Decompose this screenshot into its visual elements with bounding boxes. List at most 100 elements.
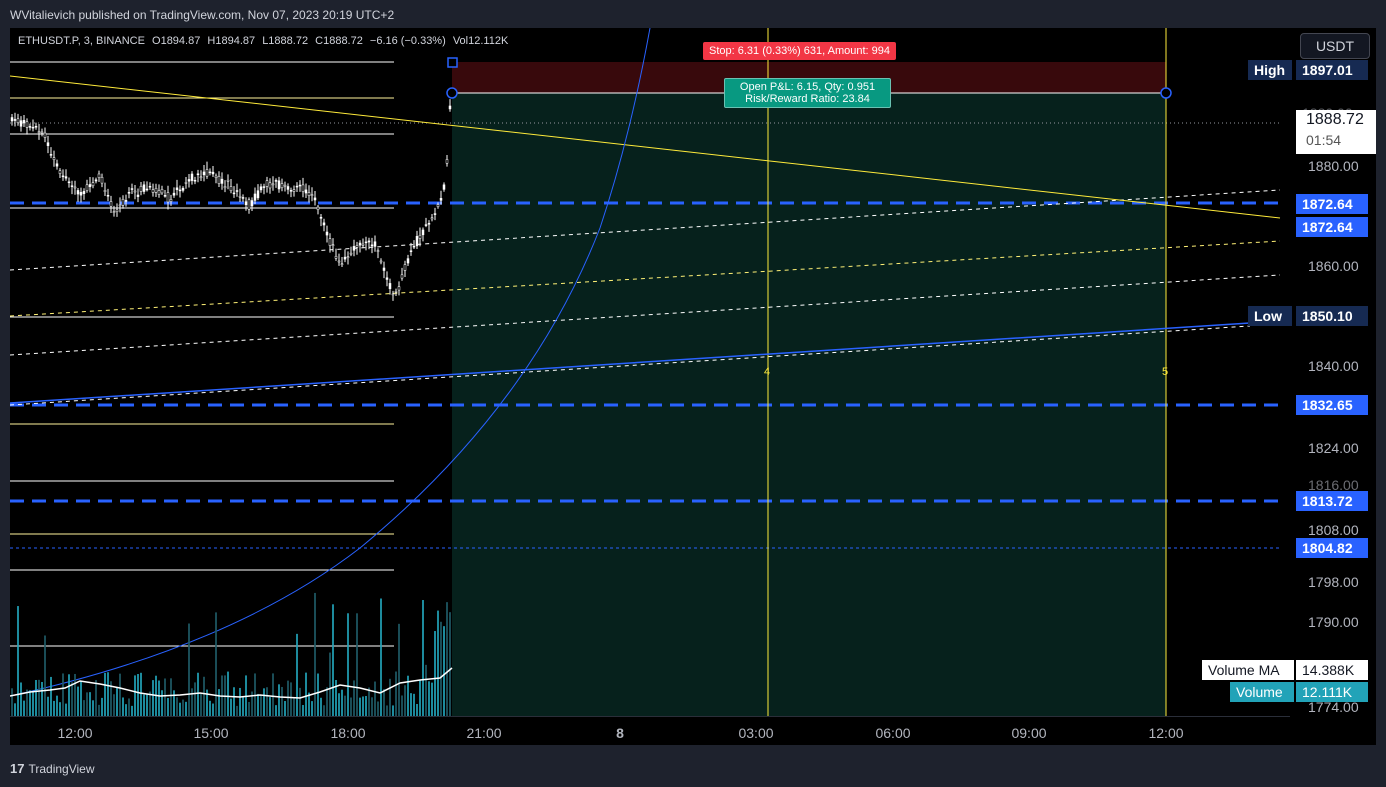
volume-bar <box>236 705 238 716</box>
candle-body <box>190 173 194 181</box>
volume-bar <box>257 693 259 716</box>
volume-bar <box>176 697 178 716</box>
volume-bar <box>194 682 196 716</box>
volume-bar <box>230 698 232 716</box>
volume-bar <box>11 688 13 716</box>
candle-body <box>25 121 29 128</box>
candle-body <box>361 243 365 246</box>
candle-body <box>346 256 350 258</box>
candle-body <box>343 256 347 260</box>
candle-body <box>415 236 419 247</box>
candle-body <box>127 192 131 194</box>
volume-bar <box>161 690 163 716</box>
chart-pane[interactable]: 4 5 ETHUSDT.P, 3, BINANCE O1894.87 H1894… <box>10 28 1376 745</box>
volume-ma-line <box>10 667 453 699</box>
volume-bar <box>389 678 391 716</box>
volume-bar <box>410 693 412 716</box>
chart-canvas[interactable]: 4 5 <box>10 28 1376 745</box>
candle-body <box>265 180 269 187</box>
volume-bar <box>446 602 448 716</box>
candle-body <box>187 179 191 182</box>
volume-bar <box>284 701 286 716</box>
volume-bar <box>302 705 304 716</box>
entry-handle[interactable] <box>446 87 458 99</box>
volume-bar <box>59 702 61 716</box>
volume-bar <box>299 687 301 716</box>
volume-bar <box>197 672 199 716</box>
candle-body <box>103 190 107 192</box>
volume-bar <box>137 674 139 716</box>
volume-bar <box>62 673 64 716</box>
candle-body <box>244 201 248 205</box>
volume-bar <box>128 698 130 716</box>
candle-body <box>97 173 101 178</box>
candle-body <box>400 274 404 279</box>
volume-bar <box>170 678 172 716</box>
volume-bar <box>41 681 43 716</box>
stop-label[interactable]: Stop: 6.31 (0.33%) 631, Amount: 994 <box>703 42 897 60</box>
candle-body <box>22 120 26 124</box>
volume-bar <box>203 676 205 716</box>
volume-bar <box>425 664 427 716</box>
symbol-ticker[interactable]: ETHUSDT.P, 3, BINANCE <box>18 35 145 47</box>
ohlc-open: O1894.87 <box>152 35 201 47</box>
pnl-label[interactable]: Open P&L: 6.15, Qty: 0.951 Risk/Reward R… <box>724 78 891 108</box>
tradingview-footer[interactable]: 17 TradingView <box>10 761 95 776</box>
level-tag-2: 1872.64 <box>1296 217 1368 237</box>
candle-body <box>10 117 14 122</box>
level-tag-4: 1813.72 <box>1296 491 1368 511</box>
candle-body <box>298 184 302 187</box>
volume-bar <box>329 652 331 716</box>
horizontal-rays[interactable] <box>10 61 394 647</box>
candle-body <box>418 234 422 239</box>
candle-body <box>358 242 362 246</box>
volume-bar <box>344 695 346 716</box>
volume-bar <box>326 687 328 716</box>
candle-body <box>394 291 398 293</box>
volume-bar <box>311 701 313 716</box>
volume-bar <box>65 703 67 716</box>
volume-bar <box>353 680 355 716</box>
candle-body <box>37 131 41 133</box>
volume-bar <box>23 700 25 716</box>
candle-body <box>427 223 431 225</box>
volume-bar <box>116 687 118 716</box>
candle-body <box>385 277 389 280</box>
candle-body <box>238 195 242 198</box>
price-candles[interactable] <box>10 99 452 301</box>
volume-bar <box>293 698 295 716</box>
candle-body <box>229 186 233 191</box>
target-handle[interactable] <box>1160 87 1172 99</box>
volume-bar <box>50 676 52 716</box>
candle-body <box>373 241 377 247</box>
candle-body <box>184 182 188 184</box>
time-tick-6: 03:00 <box>738 725 774 741</box>
candle-body <box>124 200 128 202</box>
volume-bar <box>95 680 97 716</box>
candle-body <box>43 132 47 138</box>
volume-bar <box>152 680 154 716</box>
volume-bar <box>227 671 229 716</box>
volume-bar <box>419 679 421 716</box>
candle-body <box>436 204 440 207</box>
candle-body <box>280 183 284 188</box>
volume-bar <box>290 682 292 716</box>
candle-body <box>55 163 59 167</box>
candle-body <box>28 126 32 128</box>
volume-bar <box>215 612 217 716</box>
volume-bar <box>266 687 268 716</box>
candle-body <box>130 188 134 190</box>
volume-bar <box>317 673 319 716</box>
candle-body <box>268 182 272 189</box>
stop-handle[interactable] <box>447 57 458 68</box>
candle-body <box>139 185 143 192</box>
volume-bar <box>377 701 379 716</box>
currency-button[interactable]: USDT <box>1300 33 1370 59</box>
candle-body <box>19 120 23 127</box>
volume-bar <box>98 704 100 716</box>
candle-body <box>409 250 413 252</box>
candle-body <box>73 186 77 189</box>
price-tick-3: 1840.00 <box>1308 358 1359 374</box>
volume-bar <box>416 703 418 716</box>
time-axis[interactable]: 12:00 15:00 18:00 21:00 8 03:00 06:00 09… <box>10 716 1290 745</box>
